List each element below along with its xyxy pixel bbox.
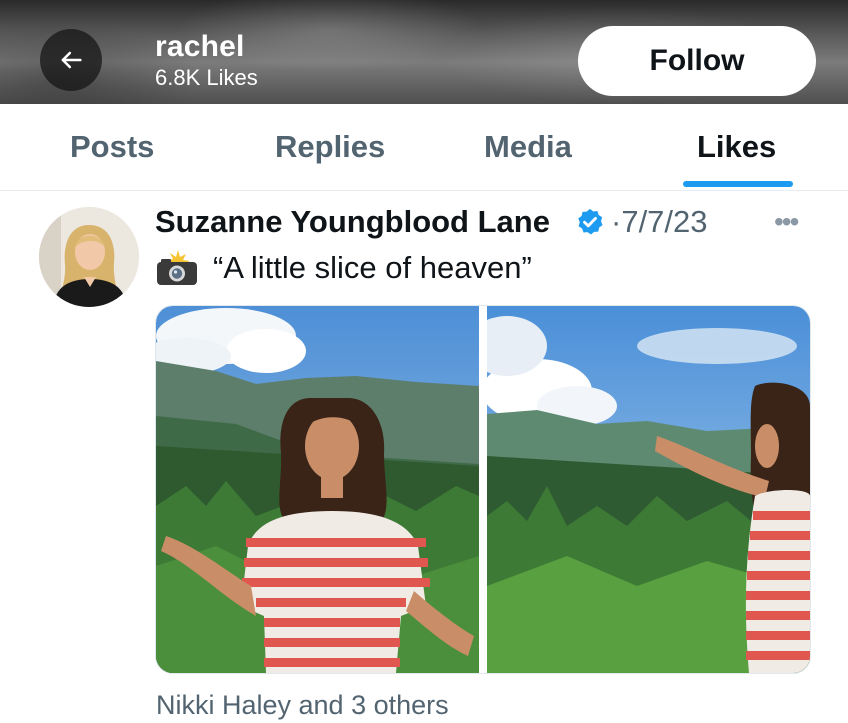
- post-media-grid: [155, 305, 811, 674]
- profile-likes-count: 6.8K Likes: [155, 65, 258, 90]
- more-horizontal-icon[interactable]: •••: [774, 206, 799, 238]
- post-photo-1[interactable]: [156, 306, 479, 673]
- author-avatar[interactable]: [39, 207, 139, 307]
- follow-button[interactable]: Follow: [578, 26, 816, 96]
- tab-likes[interactable]: Likes: [697, 104, 776, 190]
- active-tab-indicator: [683, 181, 793, 187]
- post-date[interactable]: ·7/7/23: [611, 204, 708, 240]
- tab-media[interactable]: Media: [484, 104, 572, 190]
- camera-flash-icon: [157, 250, 197, 285]
- post-photo-2[interactable]: [487, 306, 810, 673]
- liked-by-text[interactable]: Nikki Haley and 3 others: [156, 690, 449, 721]
- post-text: “A little slice of heaven”: [213, 250, 532, 285]
- tab-replies[interactable]: Replies: [275, 104, 385, 190]
- tab-posts[interactable]: Posts: [70, 104, 154, 190]
- profile-header: rachel 6.8K Likes Follow: [0, 0, 848, 104]
- profile-tabs: Posts Replies Media Likes: [0, 104, 848, 191]
- back-arrow-icon: [61, 51, 82, 69]
- back-button[interactable]: [40, 29, 102, 91]
- verified-badge-icon: [578, 208, 603, 235]
- post-author-name[interactable]: Suzanne Youngblood Lane: [155, 204, 550, 240]
- profile-name: rachel: [155, 30, 245, 63]
